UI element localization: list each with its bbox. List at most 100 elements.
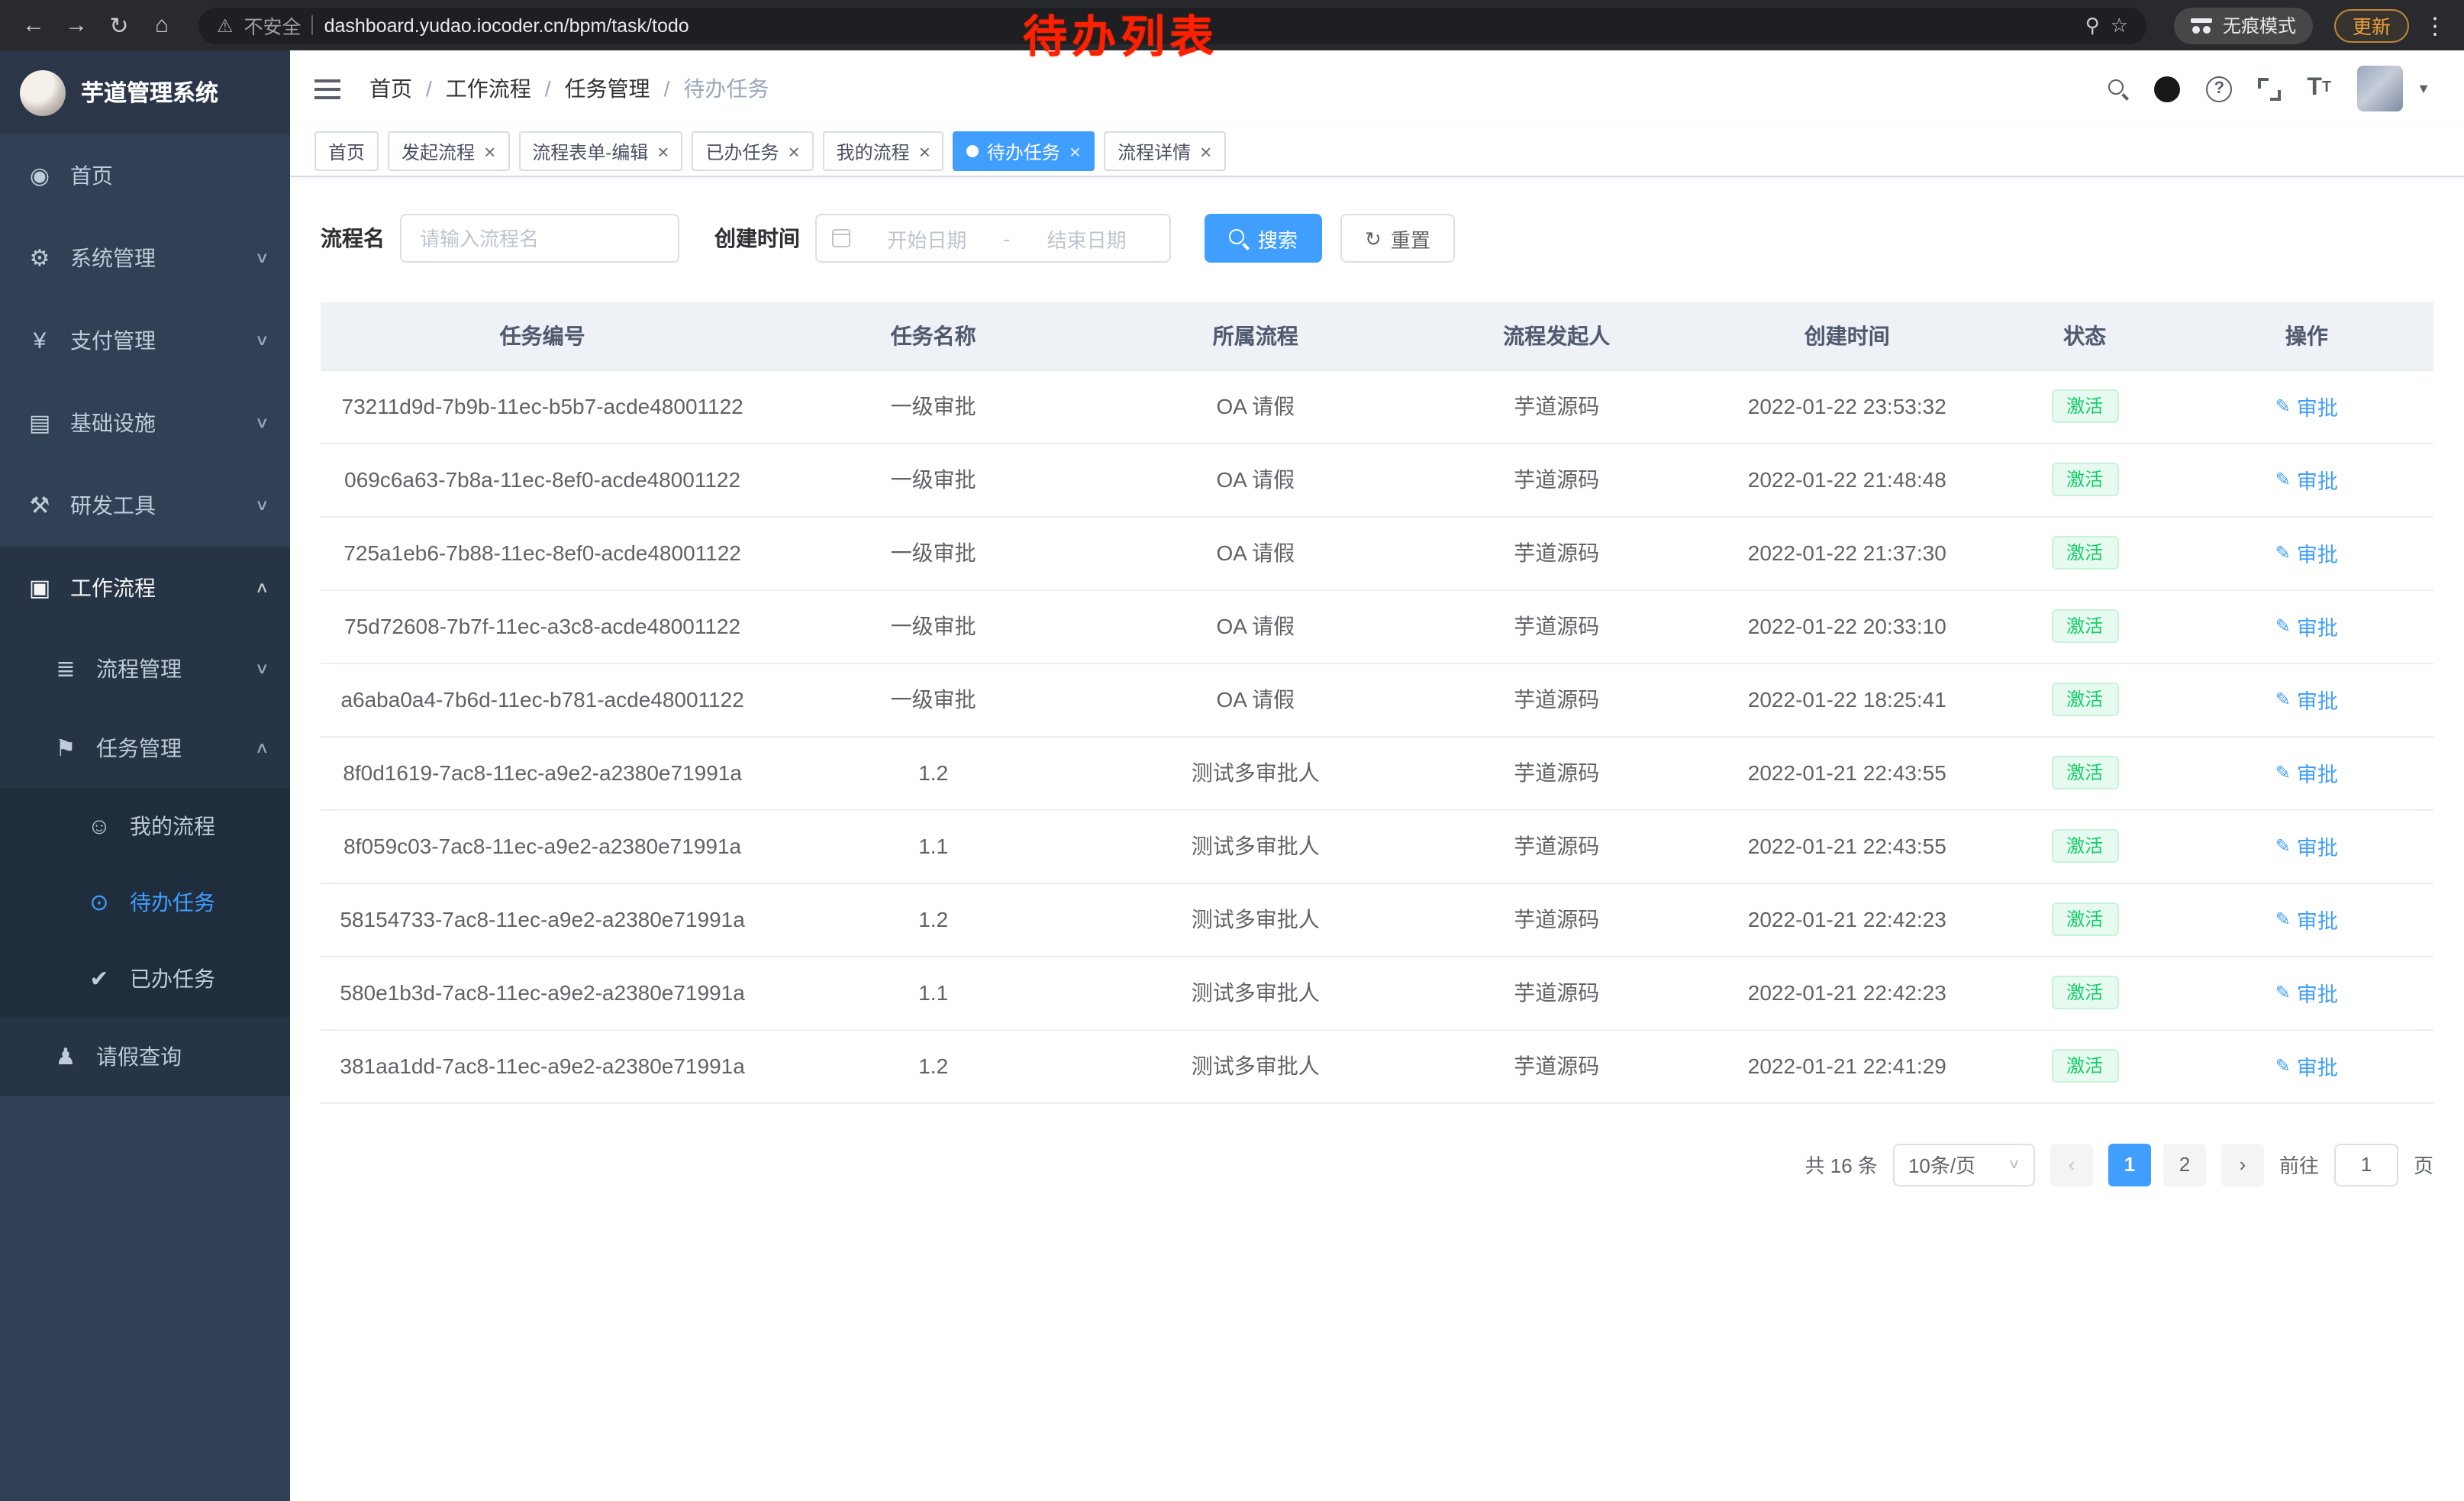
task-name-cell: 1.2 <box>764 736 1102 809</box>
sidebar-item-done-task[interactable]: ✔已办任务 <box>0 941 290 1017</box>
browser-menu-icon[interactable]: ⋮ <box>2421 11 2449 39</box>
forward-icon[interactable]: → <box>58 7 95 44</box>
breadcrumb-item[interactable]: 任务管理 <box>565 73 650 104</box>
goto-suffix: 页 <box>2414 1150 2433 1179</box>
chevron-down-icon: ∨ <box>254 332 269 349</box>
next-page-button[interactable]: › <box>2221 1143 2264 1186</box>
close-icon[interactable]: × <box>919 141 930 161</box>
github-icon[interactable] <box>2154 76 2180 102</box>
collapse-sidebar-icon[interactable] <box>314 79 340 98</box>
chevron-down-icon[interactable]: ▼ <box>2417 81 2430 96</box>
approve-button[interactable]: ✎审批 <box>2275 537 2338 568</box>
initiator-cell: 芋道源码 <box>1408 1029 1704 1102</box>
breadcrumb-separator: / <box>426 76 432 101</box>
sidebar-item-dev-tools[interactable]: ⚒研发工具∨ <box>0 464 290 547</box>
process-name-input[interactable] <box>400 214 679 263</box>
sidebar-item-infrastructure[interactable]: ▤基础设施∨ <box>0 382 290 464</box>
status-cell: 激活 <box>1990 516 2180 589</box>
process-cell: OA 请假 <box>1102 516 1408 589</box>
sidebar-item-payment[interactable]: ¥支付管理∨ <box>0 299 290 382</box>
date-range-picker[interactable]: 开始日期 - 结束日期 <box>815 214 1171 263</box>
app-logo: 芋道管理系统 <box>0 50 290 134</box>
approve-button[interactable]: ✎审批 <box>2275 611 2338 641</box>
user-avatar[interactable] <box>2357 66 2403 111</box>
sidebar-item-home[interactable]: ◉首页 <box>0 134 290 217</box>
approve-label: 审批 <box>2297 977 2338 1008</box>
top-navbar: 首页/工作流程/任务管理/待办任务 ? TT ▼ <box>290 50 2464 127</box>
tab-my-process[interactable]: 我的流程× <box>823 131 944 171</box>
tab-process-detail[interactable]: 流程详情× <box>1104 131 1225 171</box>
approve-label: 审批 <box>2297 464 2338 495</box>
created-time-cell: 2022-01-22 23:53:32 <box>1704 370 1990 443</box>
close-icon[interactable]: × <box>788 141 799 161</box>
table-header-row: 任务编号任务名称所属流程流程发起人创建时间状态操作 <box>321 302 2433 370</box>
approve-button[interactable]: ✎审批 <box>2275 464 2338 495</box>
sidebar-item-workflow[interactable]: ▣工作流程∧ <box>0 547 290 629</box>
breadcrumb-separator: / <box>545 76 551 101</box>
sidebar-item-task-mgmt[interactable]: ⚑任务管理∧ <box>0 709 290 788</box>
tab-label: 首页 <box>328 138 365 164</box>
key-icon[interactable]: ⚲ <box>2085 13 2100 37</box>
tab-todo-tasks[interactable]: 待办任务× <box>953 131 1095 171</box>
update-button[interactable]: 更新 <box>2334 8 2409 42</box>
status-badge: 激活 <box>2051 756 2118 790</box>
back-icon[interactable]: ← <box>15 7 52 44</box>
task-table: 任务编号任务名称所属流程流程发起人创建时间状态操作 73211d9d-7b9b-… <box>321 302 2433 1103</box>
status-badge: 激活 <box>2051 1049 2118 1083</box>
close-icon[interactable]: × <box>1069 141 1081 161</box>
initiator-cell: 芋道源码 <box>1408 883 1704 956</box>
font-size-icon[interactable]: TT <box>2307 76 2331 101</box>
sidebar-item-todo-task[interactable]: ⊙待办任务 <box>0 864 290 941</box>
search-button-label: 搜索 <box>1258 224 1298 253</box>
search-button[interactable]: 搜索 <box>1205 214 1322 263</box>
page-1-button[interactable]: 1 <box>2108 1143 2151 1186</box>
reset-button[interactable]: ↻ 重置 <box>1340 214 1455 263</box>
approve-button[interactable]: ✎审批 <box>2275 757 2338 788</box>
reload-icon[interactable]: ↻ <box>101 7 137 44</box>
action-cell: ✎审批 <box>2180 736 2433 809</box>
tab-form-edit[interactable]: 流程表单-编辑× <box>518 131 682 171</box>
help-icon[interactable]: ? <box>2206 76 2232 102</box>
approve-button[interactable]: ✎审批 <box>2275 904 2338 934</box>
bookmark-star-icon[interactable]: ☆ <box>2111 13 2128 37</box>
column-header: 操作 <box>2180 302 2433 370</box>
yen-icon: ¥ <box>23 328 56 353</box>
close-icon[interactable]: × <box>657 141 669 161</box>
fullscreen-icon[interactable] <box>2258 77 2281 100</box>
close-icon[interactable]: × <box>1200 141 1211 161</box>
home-icon[interactable]: ⌂ <box>144 7 180 44</box>
page-2-button[interactable]: 2 <box>2163 1143 2206 1186</box>
approve-button[interactable]: ✎审批 <box>2275 391 2338 421</box>
active-tab-dot <box>967 145 979 157</box>
sidebar-item-leave-query[interactable]: ♟请假查询 <box>0 1017 290 1096</box>
sidebar-item-label: 系统管理 <box>70 243 256 273</box>
created-time-cell: 2022-01-21 22:43:55 <box>1704 736 1990 809</box>
incognito-badge: 无痕模式 <box>2174 7 2313 44</box>
approve-button[interactable]: ✎审批 <box>2275 831 2338 861</box>
tab-done-tasks[interactable]: 已办任务× <box>692 131 813 171</box>
approve-button[interactable]: ✎审批 <box>2275 1051 2338 1081</box>
sidebar-item-process-mgmt[interactable]: ≣流程管理∨ <box>0 629 290 709</box>
close-icon[interactable]: × <box>484 141 495 161</box>
tab-start-process[interactable]: 发起流程 × <box>388 131 509 171</box>
tab-home[interactable]: 首页 <box>314 131 379 171</box>
breadcrumb-item[interactable]: 首页 <box>369 73 412 104</box>
search-icon[interactable] <box>2108 79 2128 98</box>
approve-button[interactable]: ✎审批 <box>2275 684 2338 715</box>
sidebar-item-system[interactable]: ⚙系统管理∨ <box>0 217 290 299</box>
prev-page-button[interactable]: ‹ <box>2050 1143 2093 1186</box>
process-cell: OA 请假 <box>1102 370 1408 443</box>
breadcrumb-item[interactable]: 工作流程 <box>446 73 531 104</box>
page-size-select[interactable]: 10条/页 ∨ <box>1893 1143 2035 1186</box>
sidebar-menu: ◉首页⚙系统管理∨¥支付管理∨▤基础设施∨⚒研发工具∨▣工作流程∧≣流程管理∨⚑… <box>0 134 290 1096</box>
incognito-label: 无痕模式 <box>2223 12 2296 38</box>
created-time-cell: 2022-01-22 18:25:41 <box>1704 663 1990 736</box>
pagination: 共 16 条 10条/页 ∨ ‹ 12 › 前往 页 <box>321 1143 2433 1186</box>
sidebar-item-my-process[interactable]: ☺我的流程 <box>0 788 290 864</box>
tab-label: 发起流程 <box>402 138 475 164</box>
approve-button[interactable]: ✎审批 <box>2275 977 2338 1008</box>
created-time-cell: 2022-01-21 22:43:55 <box>1704 809 1990 883</box>
flag-icon: ⚑ <box>49 734 82 762</box>
goto-page-input[interactable] <box>2334 1143 2398 1186</box>
column-header: 流程发起人 <box>1408 302 1704 370</box>
